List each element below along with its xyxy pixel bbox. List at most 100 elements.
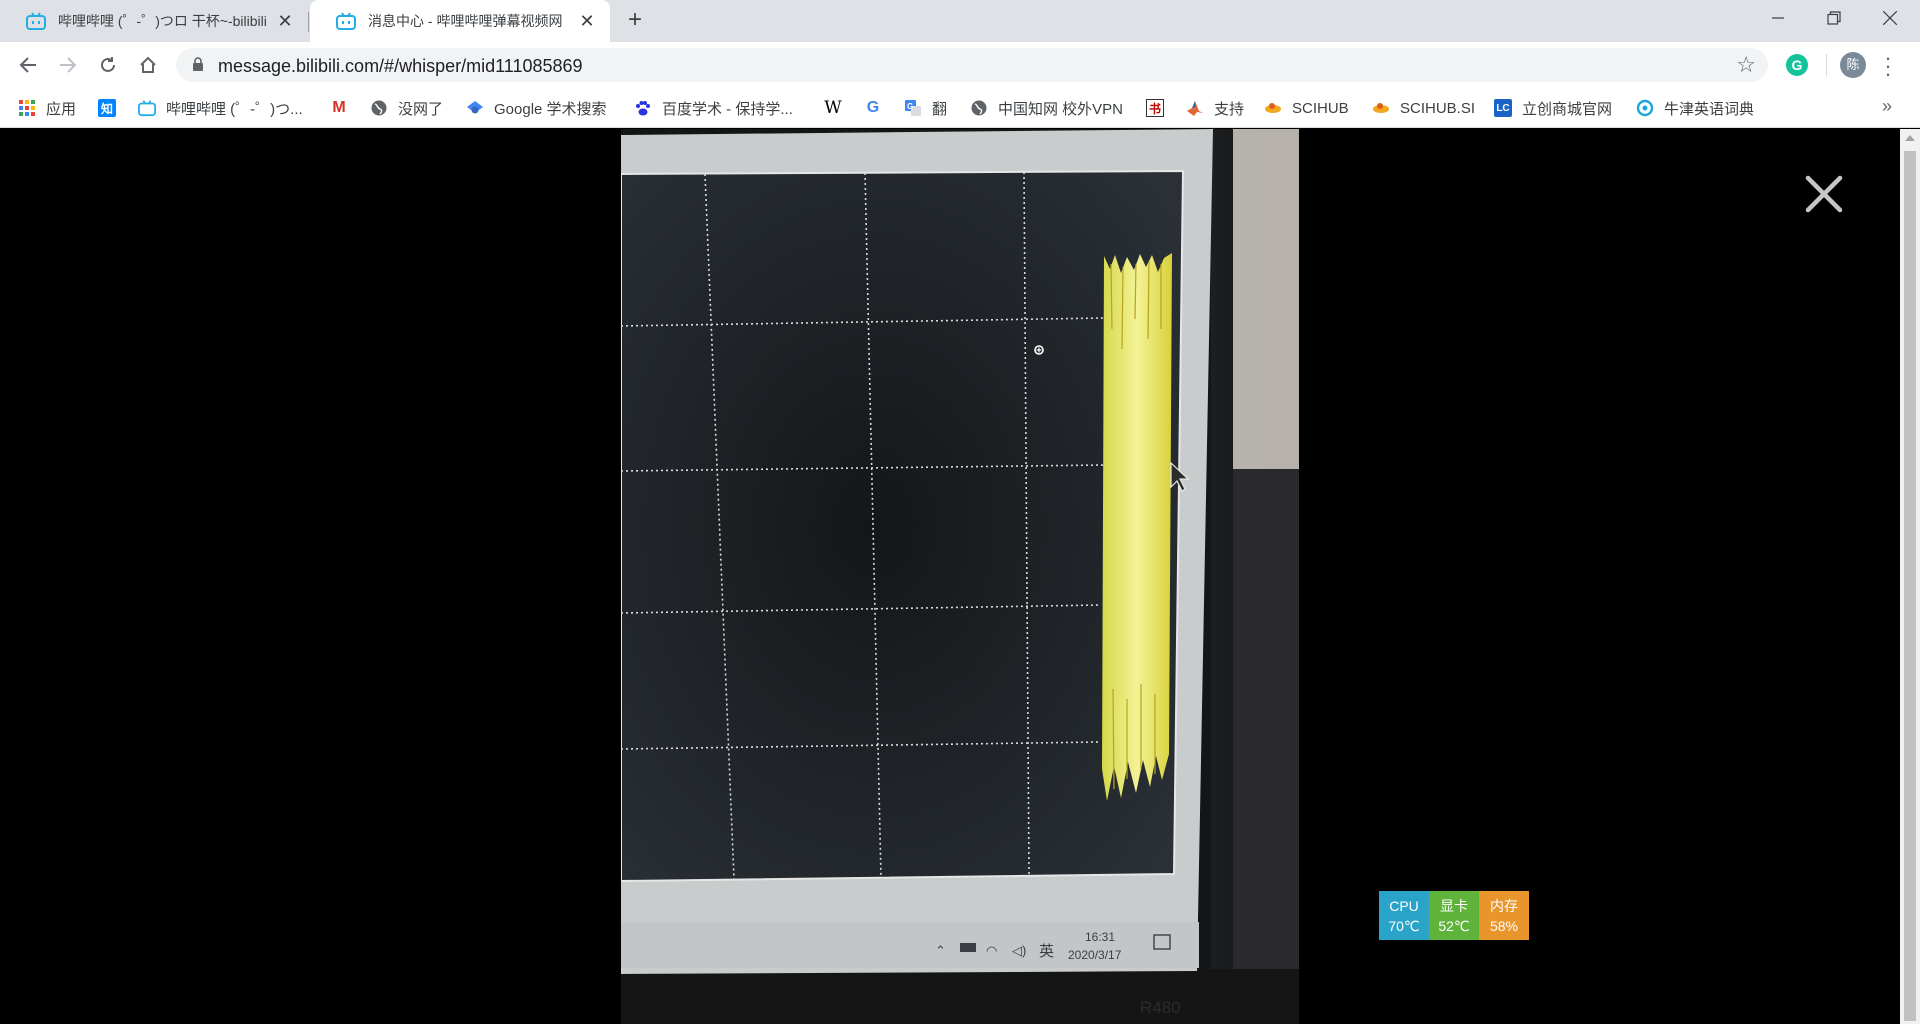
- photo-date-text: 2020/3/17: [1068, 948, 1122, 962]
- bookmark-label: 应用: [46, 100, 77, 118]
- lc-icon: LC: [1494, 99, 1512, 117]
- bookmark-cnki-vpn[interactable]: 中国知网 校外VPN: [970, 97, 1123, 119]
- window-close-button[interactable]: [1862, 0, 1918, 36]
- bookmark-matlab-support[interactable]: 支持: [1186, 97, 1244, 119]
- image-viewer-overlay[interactable]: ⌃ ◠ ◁) 英 16:31 2020/3/17 R480: [0, 129, 1920, 1024]
- gpu-label: 显卡: [1440, 897, 1468, 914]
- bookmark-label: 牛津英语词典: [1664, 100, 1755, 118]
- bookmark-label: 支持: [1214, 100, 1245, 118]
- bilibili-icon: [138, 100, 156, 117]
- reload-button[interactable]: [94, 51, 122, 79]
- close-icon: [1883, 11, 1897, 25]
- bookmark-zhihu[interactable]: 知: [98, 97, 126, 119]
- google-scholar-icon: [467, 101, 483, 114]
- bookmark-translate[interactable]: G 翻: [904, 97, 947, 119]
- memory-usage-value: 58%: [1489, 917, 1519, 934]
- bookmark-label: 翻: [932, 100, 948, 118]
- photo-time-text: 16:31: [1085, 930, 1115, 944]
- bookmark-label: 中国知网 校外VPN: [998, 100, 1124, 118]
- matlab-icon: [1187, 101, 1203, 116]
- tab-strip: 哔哩哔哩 (゜-゜)つロ 干杯~-bilibili ✕ 消息中心 - 哔哩哔哩弹…: [0, 0, 1920, 42]
- bookmark-calligraphy[interactable]: 书: [1146, 97, 1174, 119]
- baidu-paw-icon: [636, 101, 650, 116]
- gpu-temp-cell: 显卡 52℃: [1429, 891, 1479, 940]
- viewed-photo: ⌃ ◠ ◁) 英 16:31 2020/3/17 R480: [621, 129, 1299, 1024]
- restore-icon: [1827, 11, 1841, 25]
- bookmark-star-icon[interactable]: ☆: [1736, 54, 1756, 76]
- bookmark-label: 没网了: [398, 100, 444, 118]
- tab-title: 消息中心 - 哔哩哔哩弹幕视频网: [368, 13, 563, 29]
- bilibili-icon: [336, 12, 356, 30]
- apps-grid-icon: [19, 100, 35, 116]
- tab-title: 哔哩哔哩 (゜-゜)つロ 干杯~-bilibili: [58, 13, 267, 29]
- bookmarks-overflow-button[interactable]: »: [1882, 96, 1892, 117]
- photo-bezel-label: R480: [1140, 998, 1181, 1017]
- bookmark-gmail[interactable]: M: [330, 97, 358, 119]
- google-icon: G: [866, 99, 880, 116]
- address-bar[interactable]: message.bilibili.com/#/whisper/mid111085…: [176, 48, 1768, 82]
- gmail-icon: M: [332, 99, 346, 116]
- arrow-left-icon: [19, 57, 36, 73]
- scroll-up-icon[interactable]: [1905, 135, 1915, 141]
- globe-icon: [371, 100, 387, 116]
- wikipedia-icon: W: [824, 98, 842, 118]
- url-text[interactable]: message.bilibili.com/#/whisper/mid111085…: [218, 56, 583, 77]
- forward-button[interactable]: [54, 51, 82, 79]
- bookmark-no-network[interactable]: 没网了: [370, 97, 443, 119]
- cpu-temp-cell: CPU 70℃: [1379, 891, 1429, 940]
- bookmark-lcsc[interactable]: LC 立创商城官网: [1494, 97, 1612, 119]
- bookmark-apps[interactable]: 应用: [18, 97, 76, 119]
- svg-text:◁): ◁): [1012, 943, 1026, 958]
- tab-close-icon[interactable]: ✕: [276, 12, 294, 30]
- grammarly-extension-icon[interactable]: G: [1786, 54, 1808, 76]
- browser-toolbar: message.bilibili.com/#/whisper/mid111085…: [0, 42, 1920, 88]
- bookmark-label: Google 学术搜索: [494, 100, 607, 118]
- gpu-temp-value: 52℃: [1438, 917, 1470, 934]
- lock-icon[interactable]: [192, 57, 204, 72]
- oxford-icon: [1636, 99, 1654, 117]
- tab-separator: [308, 12, 309, 32]
- oscilloscope-photo: ⌃ ◠ ◁) 英 16:31 2020/3/17 R480: [621, 129, 1299, 1024]
- bookmark-scihub-si[interactable]: SCIHUB.SI: [1372, 97, 1475, 119]
- cpu-temp-value: 70℃: [1388, 917, 1420, 934]
- bookmark-wikipedia[interactable]: W: [824, 97, 852, 119]
- restore-button[interactable]: [1806, 0, 1862, 36]
- zhihu-icon: 知: [98, 99, 116, 117]
- tab-message-center[interactable]: 消息中心 - 哔哩哔哩弹幕视频网 ✕: [310, 0, 610, 42]
- page-scrollbar[interactable]: [1900, 129, 1920, 1024]
- tab-close-icon[interactable]: ✕: [578, 12, 596, 30]
- minimize-button[interactable]: [1750, 0, 1806, 36]
- close-viewer-icon[interactable]: [1800, 170, 1848, 218]
- bookmark-google-scholar[interactable]: Google 学术搜索: [466, 97, 607, 119]
- bookmark-label: 百度学术 - 保持学...: [662, 100, 793, 118]
- profile-avatar[interactable]: 陈: [1840, 52, 1866, 78]
- bookmark-label: SCIHUB: [1292, 99, 1349, 117]
- hardware-monitor-widget[interactable]: CPU 70℃ 显卡 52℃ 内存 58%: [1379, 891, 1529, 940]
- bookmark-baidu-scholar[interactable]: 百度学术 - 保持学...: [634, 97, 793, 119]
- bilibili-icon: [26, 12, 46, 30]
- back-button[interactable]: [14, 51, 42, 79]
- reload-icon: [101, 57, 115, 72]
- memory-usage-cell: 内存 58%: [1479, 891, 1529, 940]
- toolbar-divider: [1826, 54, 1827, 76]
- svg-text:G: G: [907, 102, 913, 111]
- bookmark-label: SCIHUB.SI: [1400, 99, 1476, 117]
- home-icon: [140, 56, 156, 73]
- bookmark-scihub[interactable]: SCIHUB: [1264, 97, 1349, 119]
- photo-ime-text: 英: [1039, 942, 1054, 960]
- bookmark-label: 哔哩哔哩 (゜-゜)つ...: [166, 100, 303, 118]
- bookmark-bilibili[interactable]: 哔哩哔哩 (゜-゜)つ...: [138, 97, 303, 119]
- bookmark-google[interactable]: G: [864, 97, 892, 119]
- new-tab-button[interactable]: +: [622, 8, 648, 34]
- scihub-icon: [1265, 103, 1281, 113]
- bookmark-label: 立创商城官网: [1522, 100, 1613, 118]
- memory-label: 内存: [1490, 897, 1518, 914]
- bookmark-oxford-dictionary[interactable]: 牛津英语词典: [1636, 97, 1754, 119]
- more-menu-icon[interactable]: · · ·: [1882, 47, 1894, 85]
- tab-bilibili-home[interactable]: 哔哩哔哩 (゜-゜)つロ 干杯~-bilibili ✕: [0, 0, 308, 42]
- home-button[interactable]: [134, 51, 162, 79]
- bookmarks-bar: 应用 知 哔哩哔哩 (゜-゜)つ... M 没网了 Google 学术搜索 百度…: [0, 88, 1920, 128]
- scrollbar-thumb[interactable]: [1904, 151, 1916, 1021]
- globe-icon: [971, 100, 987, 116]
- svg-text:◠: ◠: [986, 943, 997, 958]
